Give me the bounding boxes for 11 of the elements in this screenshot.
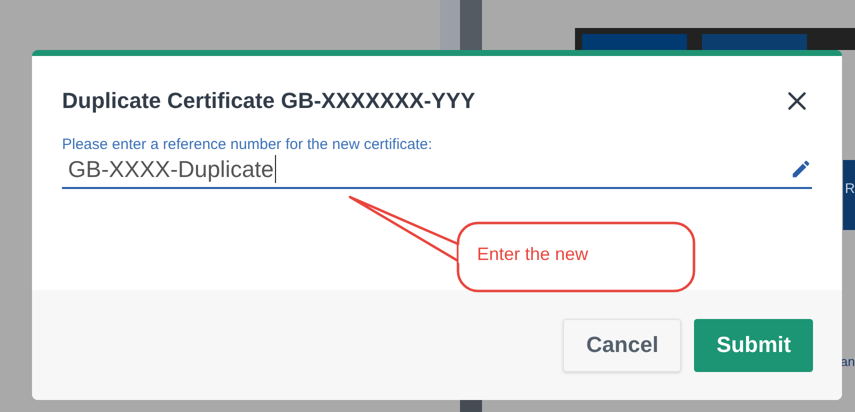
background-panel: [440, 0, 482, 50]
pencil-icon[interactable]: [790, 158, 812, 180]
background-panel: [843, 160, 855, 230]
cancel-button[interactable]: Cancel: [563, 318, 682, 372]
field-label: Please enter a reference number for the new certificate:: [62, 136, 434, 153]
background-panel: [460, 400, 482, 412]
background-text: R: [844, 180, 855, 196]
callout-text: Enter the new: [477, 244, 588, 265]
dialog-title: Duplicate Certificate GB-XXXXXXX-YYY: [62, 88, 476, 114]
submit-button[interactable]: Submit: [694, 318, 813, 372]
input-field[interactable]: GB-XXXX-Duplicate: [62, 153, 812, 189]
